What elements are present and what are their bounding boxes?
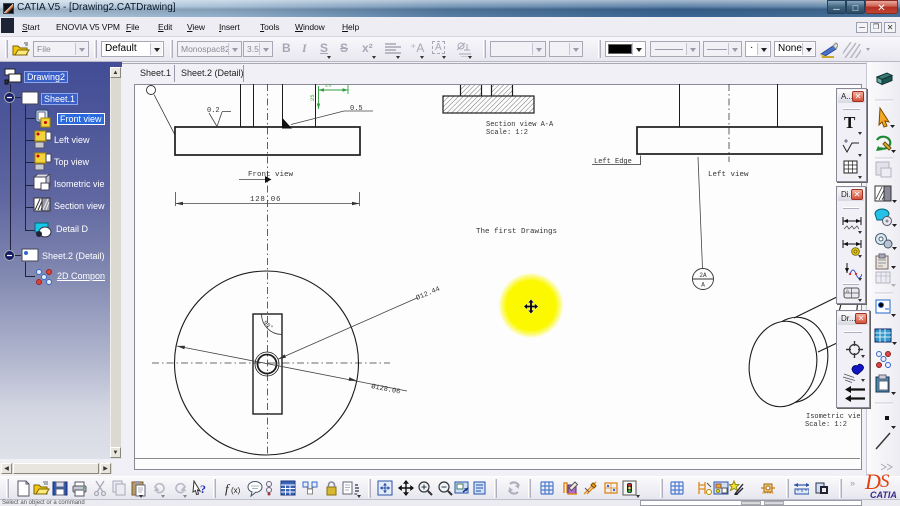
- svg-text:Ø128.06: Ø128.06: [370, 382, 401, 396]
- svg-text:Ø12.44: Ø12.44: [415, 285, 442, 303]
- svg-text:CATIA: CATIA: [870, 490, 897, 500]
- svg-text:?: ?: [200, 482, 206, 496]
- svg-text:0.5: 0.5: [350, 105, 363, 113]
- svg-text:Front view: Front view: [248, 171, 294, 179]
- svg-text:128.06: 128.06: [250, 196, 281, 204]
- svg-text:A: A: [701, 282, 705, 289]
- svg-text:0.2: 0.2: [207, 107, 220, 115]
- svg-text:2A: 2A: [699, 272, 707, 279]
- svg-text:Scale: 1:2: Scale: 1:2: [486, 129, 528, 137]
- svg-text:(x): (x): [231, 486, 241, 495]
- svg-text:The first Drawings: The first Drawings: [476, 228, 557, 236]
- svg-text:Section view A-A: Section view A-A: [486, 121, 554, 129]
- svg-text:25: 25: [309, 94, 316, 101]
- svg-text:A: A: [846, 289, 849, 294]
- svg-text:25: 25: [325, 84, 332, 89]
- svg-text:S: S: [880, 471, 890, 492]
- svg-text:90°: 90°: [262, 319, 275, 331]
- svg-text:Scale: 1:2: Scale: 1:2: [805, 421, 847, 429]
- svg-text:Isometric view: Isometric view: [806, 413, 860, 421]
- svg-text:Left view: Left view: [708, 171, 749, 179]
